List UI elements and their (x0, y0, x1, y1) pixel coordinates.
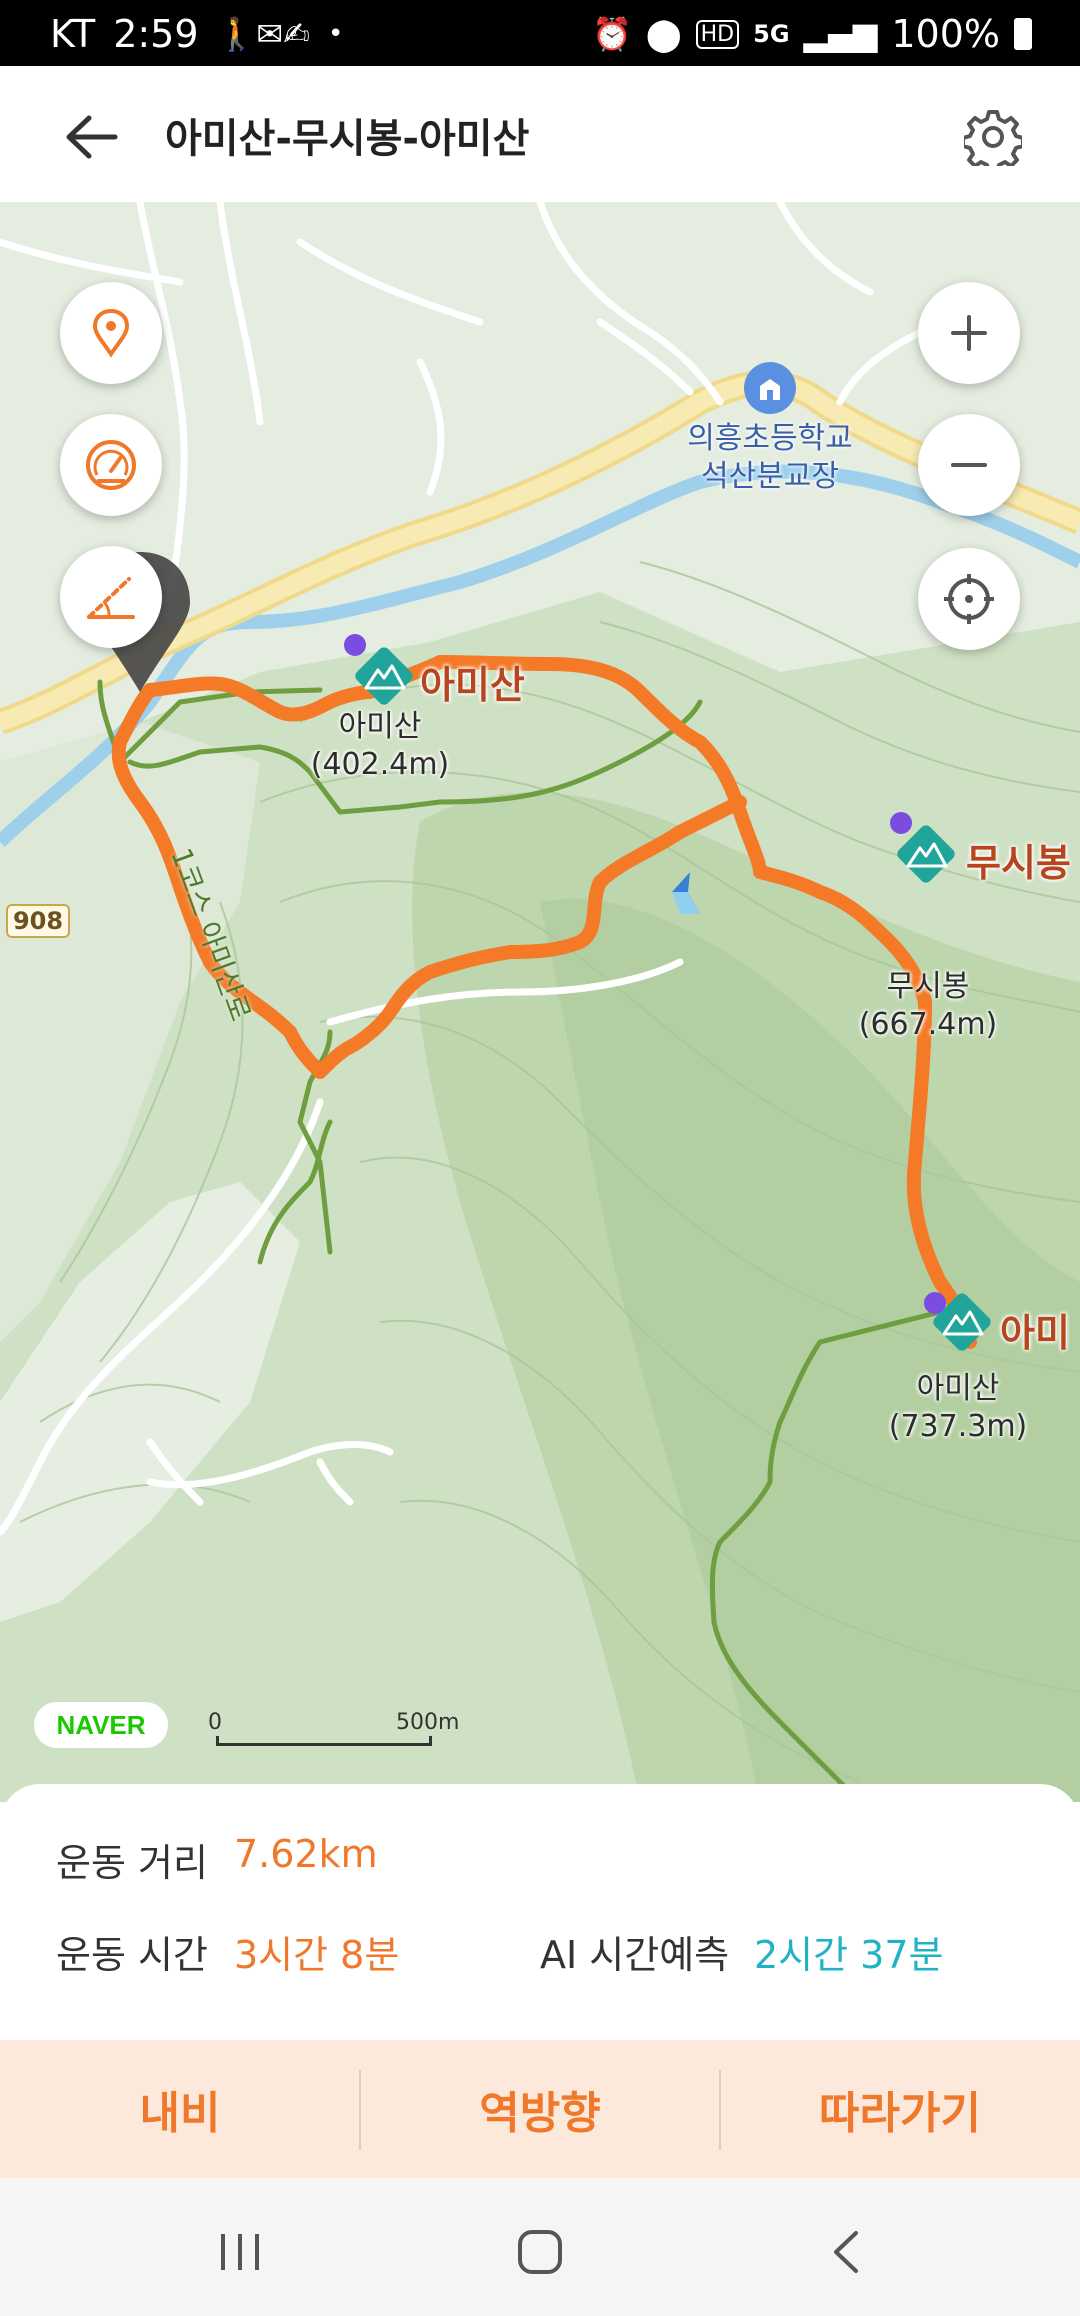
system-nav-bar (0, 2178, 1080, 2316)
app-header: 아미산-무시봉-아미산 (0, 66, 1080, 202)
back-arrow-icon (66, 115, 118, 159)
duration-value: 3시간 8분 (234, 1933, 400, 1977)
school-label-line2: 석산분교장 (701, 459, 839, 494)
duration-label: 운동 시간 (56, 1933, 208, 1977)
ai-estimate-label: AI 시간예측 (540, 1933, 730, 1977)
back-button[interactable] (56, 102, 126, 172)
summit-flag-icon (890, 812, 912, 834)
school-icon (760, 379, 780, 400)
peak-label: 아미산 (402.4m) (300, 708, 460, 784)
home-button[interactable] (500, 2212, 580, 2292)
location-pin-button[interactable] (60, 282, 162, 384)
school-label-line1: 의흥초등학교 (687, 421, 853, 456)
crosshair-icon (944, 574, 994, 624)
notification-icons: 🚶✉✍ (216, 15, 310, 53)
route-info-panel: 운동 거리 7.62km 운동 시간 3시간 8분 AI 시간예측 2시간 37… (0, 1784, 1080, 2040)
peak-name: 아미산 (420, 663, 525, 707)
zoom-in-button[interactable] (918, 282, 1020, 384)
battery-level: 100% (891, 12, 1000, 56)
speedometer-icon (86, 440, 136, 490)
page-title: 아미산-무시봉-아미산 (165, 116, 530, 162)
carrier-label: KT (50, 12, 96, 56)
peak-sub-name: 아미산 (916, 1371, 1000, 1406)
ai-estimate-value: 2시간 37분 (754, 1933, 944, 1977)
peak-label: 무시봉 (667.4m) (848, 968, 1008, 1044)
location-icon: ⬤ (645, 15, 682, 53)
home-icon (518, 2230, 562, 2274)
reverse-button[interactable]: 역방향 (360, 2040, 720, 2178)
map-pin-icon (92, 308, 130, 358)
elevation-button[interactable] (60, 546, 162, 648)
notification-dot: • (328, 19, 344, 49)
battery-icon (1014, 18, 1032, 50)
alarm-icon: ⏰ (591, 15, 632, 53)
peak-sub-name: 아미산 (338, 709, 422, 744)
clock: 2:59 (113, 12, 199, 56)
scale-max-label: 500m (396, 1710, 460, 1735)
back-nav-button[interactable] (806, 2212, 886, 2292)
scale-bar (216, 1736, 432, 1746)
summit-flag-icon (924, 1292, 946, 1314)
road-number-badge: 908 (6, 904, 70, 938)
minus-icon (951, 463, 987, 467)
speedometer-button[interactable] (60, 414, 162, 516)
distance-label: 운동 거리 (56, 1841, 208, 1885)
recent-apps-button[interactable] (200, 2212, 280, 2292)
distance-value: 7.62km (234, 1832, 378, 1876)
gear-icon (964, 110, 1022, 166)
follow-button[interactable]: 따라가기 (720, 2040, 1080, 2178)
action-bar: 내비 역방향 따라가기 (0, 2040, 1080, 2178)
school-label: 의흥초등학교 석산분교장 (660, 420, 880, 496)
plus-icon (951, 315, 987, 351)
scale-zero-label: 0 (208, 1710, 222, 1735)
peak-name: 아미 (1000, 1311, 1070, 1355)
map-view[interactable]: 의흥초등학교 석산분교장 908 1코스 아미산로 아미산 아미산 (402.4… (0, 202, 1080, 1802)
zoom-out-button[interactable] (918, 414, 1020, 516)
peak-elevation: (737.3m) (888, 1409, 1028, 1444)
chevron-left-icon (834, 2231, 858, 2273)
network-icon: 5G (753, 20, 790, 48)
school-marker (744, 362, 796, 414)
peak-sub-name: 무시봉 (886, 969, 970, 1004)
peak-name: 무시봉 (966, 841, 1071, 885)
peak-label: 아미산 (737.3m) (878, 1370, 1038, 1446)
slope-icon (87, 577, 135, 619)
summit-flag-icon (344, 634, 366, 656)
signal-icon: ▂▄▆ (803, 15, 878, 53)
hd-icon: HD (695, 19, 740, 49)
current-location-button[interactable] (918, 548, 1020, 650)
naver-logo: NAVER (34, 1702, 168, 1748)
status-bar: KT 2:59 🚶✉✍ • ⏰ ⬤ HD 5G ▂▄▆ 100% (0, 0, 1080, 66)
peak-elevation: (402.4m) (310, 747, 450, 782)
peak-marker[interactable] (352, 644, 416, 712)
navigate-button[interactable]: 내비 (0, 2040, 360, 2178)
peak-elevation: (667.4m) (858, 1007, 998, 1042)
settings-button[interactable] (958, 102, 1028, 172)
recent-apps-icon (221, 2234, 259, 2270)
